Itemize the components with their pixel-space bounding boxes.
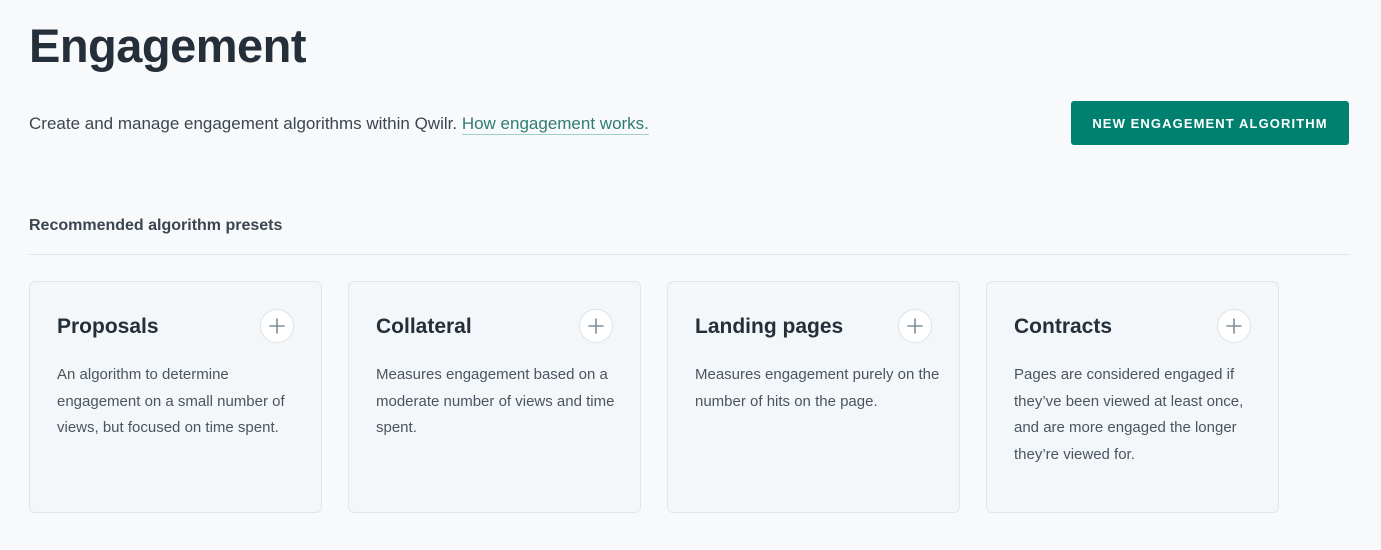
plus-icon xyxy=(907,318,923,334)
preset-card-description: Measures engagement purely on the number… xyxy=(695,366,940,410)
add-preset-button[interactable] xyxy=(898,309,932,343)
preset-card-title: Contracts xyxy=(1014,315,1113,338)
page-intro: Create and manage engagement algorithms … xyxy=(29,112,649,136)
preset-card-description: An algorithm to determine engagement on … xyxy=(57,366,285,436)
add-preset-button[interactable] xyxy=(260,309,294,343)
section-divider xyxy=(29,254,1349,255)
preset-card-landing-pages[interactable]: Landing pages Measures engagement purely… xyxy=(667,281,960,513)
page-title: Engagement xyxy=(29,19,307,72)
preset-card-title: Landing pages xyxy=(695,315,844,338)
preset-card-title: Proposals xyxy=(57,315,159,338)
presets-heading: Recommended algorithm presets xyxy=(29,217,283,234)
plus-icon xyxy=(1226,318,1242,334)
how-engagement-works-link[interactable]: How engagement works. xyxy=(461,114,649,135)
new-engagement-algorithm-button[interactable]: New Engagement Algorithm xyxy=(1071,101,1349,145)
preset-cards: Proposals An algorithm to determine enga… xyxy=(29,281,1279,513)
preset-card-collateral[interactable]: Collateral Measures engagement based on … xyxy=(348,281,641,513)
preset-card-title: Collateral xyxy=(376,315,472,338)
add-preset-button[interactable] xyxy=(579,309,613,343)
preset-card-description: Pages are considered engaged if they’ve … xyxy=(1014,366,1244,463)
plus-icon xyxy=(269,318,285,334)
plus-icon xyxy=(588,318,604,334)
intro-text: Create and manage engagement algorithms … xyxy=(29,114,458,133)
preset-card-proposals[interactable]: Proposals An algorithm to determine enga… xyxy=(29,281,322,513)
add-preset-button[interactable] xyxy=(1217,309,1251,343)
preset-card-description: Measures engagement based on a moderate … xyxy=(376,366,615,436)
preset-card-contracts[interactable]: Contracts Pages are considered engaged i… xyxy=(986,281,1279,513)
